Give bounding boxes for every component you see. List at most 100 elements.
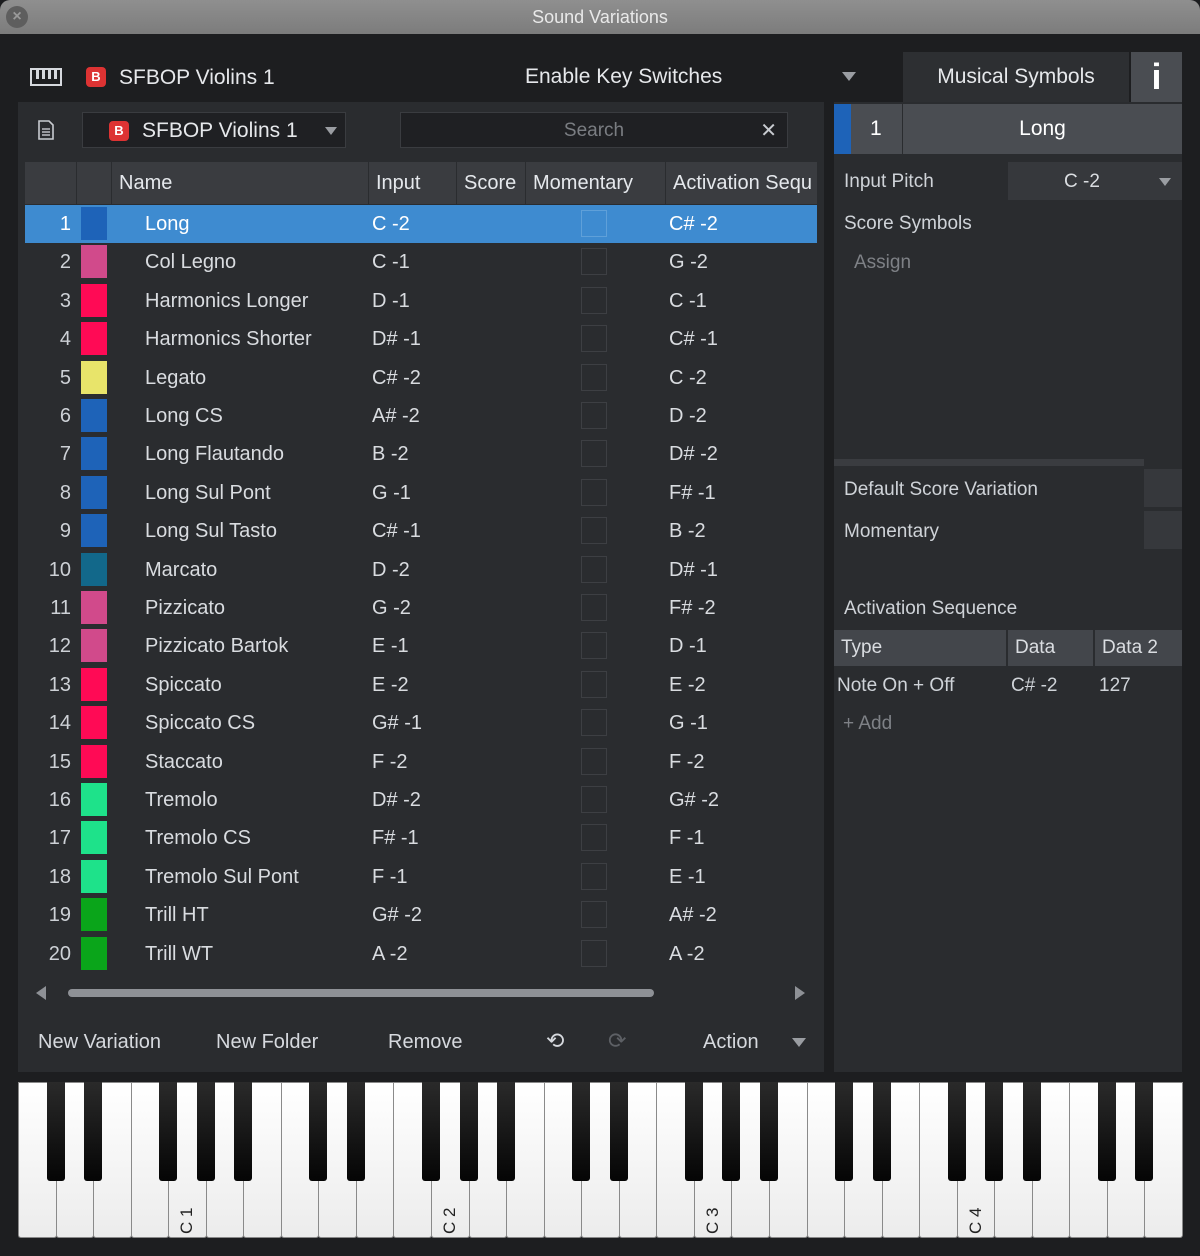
piano-icon[interactable] xyxy=(30,68,62,86)
table-row[interactable]: 8 Long Sul Pont G -1 F# -1 xyxy=(25,474,817,512)
momentary-checkbox[interactable] xyxy=(581,709,607,737)
search-box[interactable]: Search ✕ xyxy=(400,112,788,148)
clear-search-icon[interactable]: ✕ xyxy=(760,118,777,143)
row-color-swatch[interactable] xyxy=(81,821,107,855)
table-row[interactable]: 13 Spiccato E -2 E -2 xyxy=(25,666,817,704)
table-row[interactable]: 10 Marcato D -2 D# -1 xyxy=(25,551,817,589)
column-activation-sequence[interactable]: Activation Sequ xyxy=(665,162,817,204)
scroll-right-icon[interactable] xyxy=(795,986,805,1000)
black-key[interactable] xyxy=(572,1082,591,1181)
black-key[interactable] xyxy=(497,1082,516,1181)
table-row[interactable]: 18 Tremolo Sul Pont F -1 E -1 xyxy=(25,858,817,896)
row-color-swatch[interactable] xyxy=(81,514,107,548)
black-key[interactable] xyxy=(46,1082,65,1181)
black-key[interactable] xyxy=(684,1082,703,1181)
column-name[interactable]: Name xyxy=(111,162,367,204)
momentary-checkbox[interactable] xyxy=(581,440,607,468)
black-key[interactable] xyxy=(346,1082,365,1181)
table-row[interactable]: 15 Staccato F -2 F -2 xyxy=(25,743,817,781)
row-color-swatch[interactable] xyxy=(81,744,107,778)
momentary-checkbox[interactable] xyxy=(581,325,607,353)
momentary-checkbox[interactable] xyxy=(581,402,607,429)
row-color-swatch[interactable] xyxy=(81,360,107,394)
undo-icon[interactable]: ⟲ xyxy=(546,1028,564,1054)
row-color-swatch[interactable] xyxy=(81,475,107,509)
black-key[interactable] xyxy=(459,1082,478,1181)
momentary-checkbox[interactable] xyxy=(581,286,607,314)
table-row[interactable]: 5 Legato C# -2 C -2 xyxy=(25,359,817,397)
black-key[interactable] xyxy=(159,1082,178,1181)
search-input[interactable]: Search xyxy=(401,120,787,142)
instrument-select[interactable]: B SFBOP Violins 1 xyxy=(82,112,346,148)
momentary-checkbox[interactable] xyxy=(581,670,607,698)
black-key[interactable] xyxy=(309,1082,328,1181)
table-row[interactable]: 19 Trill HT G# -2 A# -2 xyxy=(25,896,817,934)
column-input[interactable]: Input xyxy=(368,162,455,204)
row-color-swatch[interactable] xyxy=(81,322,107,356)
column-momentary[interactable]: Momentary xyxy=(525,162,664,204)
table-row[interactable]: 7 Long Flautando B -2 D# -2 xyxy=(25,435,817,473)
row-color-swatch[interactable] xyxy=(81,207,107,240)
momentary-checkbox[interactable] xyxy=(581,555,607,583)
momentary-checkbox[interactable] xyxy=(581,210,607,237)
table-row[interactable]: 2 Col Legno C -1 G -2 xyxy=(25,243,817,281)
table-row[interactable]: 9 Long Sul Tasto C# -1 B -2 xyxy=(25,512,817,550)
row-color-swatch[interactable] xyxy=(81,936,107,970)
piano-keyboard[interactable]: C 1C 2C 3C 4C 5 xyxy=(18,1082,1183,1238)
row-color-swatch[interactable] xyxy=(81,283,107,317)
table-row[interactable]: 3 Harmonics Longer D -1 C -1 xyxy=(25,282,817,320)
input-pitch-select[interactable]: C -2 xyxy=(1008,162,1182,200)
table-row[interactable]: 4 Harmonics Shorter D# -1 C# -1 xyxy=(25,320,817,358)
row-color-swatch[interactable] xyxy=(81,859,107,893)
table-row[interactable]: 17 Tremolo CS F# -1 F -1 xyxy=(25,819,817,857)
black-key[interactable] xyxy=(947,1082,966,1181)
table-row[interactable]: 6 Long CS A# -2 D -2 xyxy=(25,397,817,435)
momentary-checkbox[interactable] xyxy=(581,517,607,545)
black-key[interactable] xyxy=(759,1082,778,1181)
action-menu-button[interactable]: Action xyxy=(703,1031,759,1054)
table-row[interactable]: 14 Spiccato CS G# -1 G -1 xyxy=(25,704,817,742)
momentary-checkbox[interactable] xyxy=(581,747,607,775)
momentary-checkbox[interactable] xyxy=(581,786,607,813)
chevron-down-icon[interactable] xyxy=(792,1038,806,1047)
black-key[interactable] xyxy=(234,1082,253,1181)
black-key[interactable] xyxy=(609,1082,628,1181)
tab-musical-symbols[interactable]: Musical Symbols xyxy=(903,52,1129,102)
key-switch-mode-select[interactable]: Enable Key Switches xyxy=(525,65,722,89)
row-color-swatch[interactable] xyxy=(81,629,107,663)
row-color-swatch[interactable] xyxy=(81,245,107,279)
momentary-checkbox[interactable] xyxy=(581,478,607,506)
table-row[interactable]: 16 Tremolo D# -2 G# -2 xyxy=(25,781,817,819)
momentary-checkbox[interactable] xyxy=(581,632,607,660)
default-score-variation-checkbox[interactable] xyxy=(1144,469,1182,507)
table-row[interactable]: 12 Pizzicato Bartok E -1 D -1 xyxy=(25,627,817,665)
momentary-checkbox[interactable] xyxy=(581,824,607,852)
add-activation-button[interactable]: + Add xyxy=(843,713,892,735)
chevron-down-icon[interactable] xyxy=(842,72,856,81)
table-row[interactable]: 1 Long C -2 C# -2 xyxy=(25,205,817,243)
row-color-swatch[interactable] xyxy=(81,706,107,740)
row-color-swatch[interactable] xyxy=(81,667,107,701)
selected-name[interactable]: Long xyxy=(903,117,1182,141)
remove-button[interactable]: Remove xyxy=(388,1031,462,1054)
column-score[interactable]: Score xyxy=(456,162,524,204)
assign-button[interactable]: Assign xyxy=(854,252,911,274)
table-row[interactable]: 20 Trill WT A -2 A -2 xyxy=(25,935,817,973)
horizontal-scrollbar[interactable] xyxy=(68,989,654,997)
black-key[interactable] xyxy=(422,1082,441,1181)
momentary-checkbox[interactable] xyxy=(581,594,607,621)
row-color-swatch[interactable] xyxy=(81,591,107,624)
momentary-checkbox[interactable] xyxy=(1144,511,1182,549)
activation-row-type[interactable]: Note On + Off xyxy=(837,675,954,697)
document-icon[interactable] xyxy=(38,120,54,140)
momentary-checkbox[interactable] xyxy=(581,248,607,276)
black-key[interactable] xyxy=(1135,1082,1154,1181)
black-key[interactable] xyxy=(872,1082,891,1181)
activation-row-data[interactable]: C# -2 xyxy=(1011,675,1057,697)
black-key[interactable] xyxy=(722,1082,741,1181)
row-color-swatch[interactable] xyxy=(81,783,107,816)
black-key[interactable] xyxy=(84,1082,103,1181)
redo-icon[interactable]: ⟳ xyxy=(608,1028,626,1054)
black-key[interactable] xyxy=(1097,1082,1116,1181)
row-color-swatch[interactable] xyxy=(81,898,107,932)
